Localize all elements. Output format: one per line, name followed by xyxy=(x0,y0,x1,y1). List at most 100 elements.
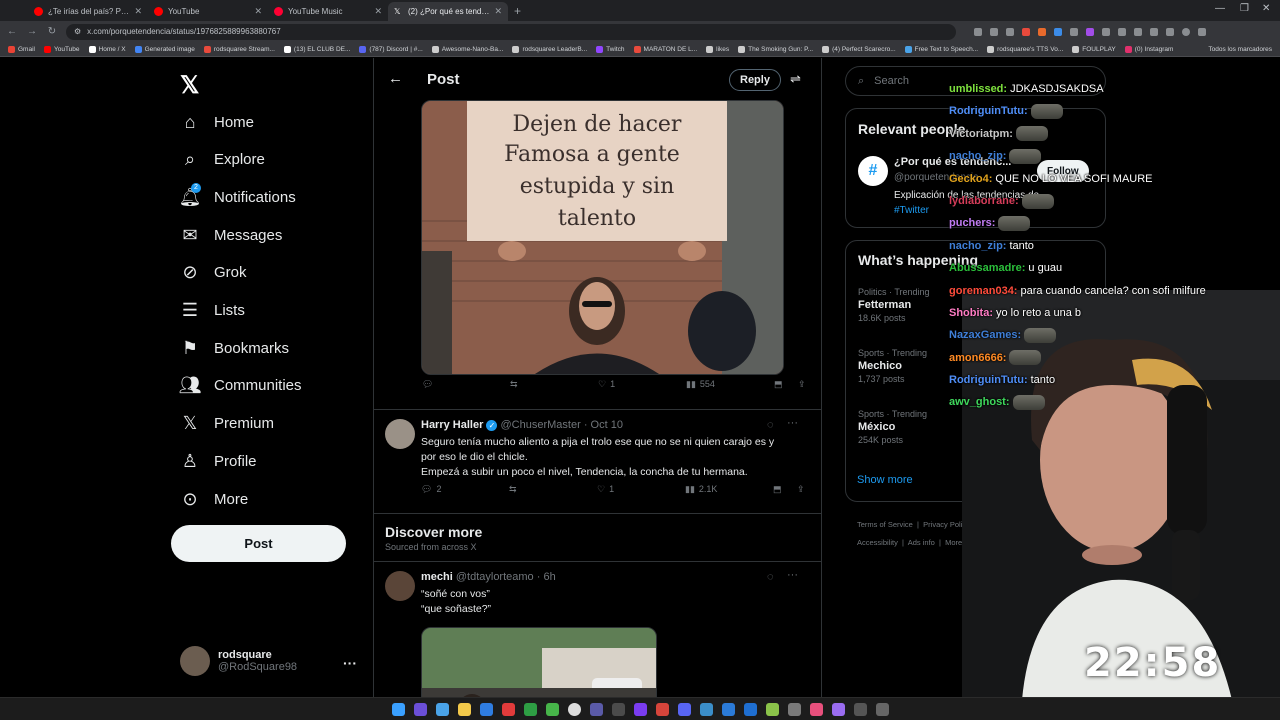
taskbar-app-icon[interactable] xyxy=(743,702,757,716)
maximize-icon[interactable]: ❐ xyxy=(1240,3,1249,14)
bookmark-item[interactable]: Twitch xyxy=(596,45,625,53)
browser-tab-active[interactable]: 𝕏(2) ¿Por qué es tendencia? on X✕ xyxy=(388,2,508,21)
minimize-icon[interactable]: — xyxy=(1215,3,1225,14)
browser-tab[interactable]: YouTube ✕ xyxy=(148,2,268,21)
bookmark-item[interactable]: (787) Discord | #... xyxy=(359,45,423,53)
chat-username[interactable]: umblissed: xyxy=(949,78,1007,100)
extension-icon[interactable] xyxy=(1102,27,1110,36)
chat-username[interactable]: nacho_zip: xyxy=(949,235,1006,257)
site-info-icon[interactable]: ⚙ xyxy=(74,27,81,36)
windows-start-icon[interactable] xyxy=(391,702,405,716)
discord-icon[interactable] xyxy=(677,702,691,716)
bookmark-item[interactable]: FOULPLAY xyxy=(1072,45,1116,53)
extension-icon[interactable] xyxy=(1118,27,1126,36)
menu-icon[interactable] xyxy=(1198,27,1206,36)
bookmark-item[interactable]: MARATON DE L... xyxy=(633,45,697,53)
bookmark-item[interactable]: The Smoking Gun: P... xyxy=(738,45,813,53)
taskbar-app-icon[interactable] xyxy=(853,702,867,716)
taskbar-app-icon[interactable] xyxy=(655,702,669,716)
extension-icon[interactable] xyxy=(1150,27,1158,36)
nav-item-home[interactable]: ⌂ Home xyxy=(180,112,254,132)
taskbar-app-icon[interactable] xyxy=(567,702,581,716)
close-tab-icon[interactable]: ✕ xyxy=(254,6,262,17)
chat-username[interactable]: NazaxGames: xyxy=(949,324,1021,346)
repost-icon[interactable]: ⇆ xyxy=(509,484,517,495)
extension-icon[interactable] xyxy=(974,27,982,36)
taskbar-app-icon[interactable] xyxy=(611,702,625,716)
chat-username[interactable]: nacho_zip: xyxy=(949,145,1006,167)
nav-item-lists[interactable]: ☰ Lists xyxy=(180,300,245,321)
x-logo-icon[interactable]: 𝕏 xyxy=(180,71,199,100)
avatar[interactable] xyxy=(385,419,415,449)
taskbar-app-icon[interactable] xyxy=(501,702,515,716)
bookmark-item[interactable]: Home / X xyxy=(88,45,126,53)
chat-username[interactable]: goreman034: xyxy=(949,280,1017,302)
browser-tab[interactable]: ¿Te irías del país? Parte 01 - Yo✕ xyxy=(28,2,148,21)
extension-icon[interactable] xyxy=(1022,27,1030,36)
nav-item-grok[interactable]: ⊘ Grok xyxy=(180,262,246,283)
taskbar-app-icon[interactable] xyxy=(831,702,845,716)
views-button[interactable]: ▮▮ 2.1K xyxy=(685,484,717,495)
back-icon[interactable]: ← xyxy=(6,26,18,37)
extension-icon[interactable] xyxy=(1086,27,1094,36)
taskbar-app-icon[interactable] xyxy=(545,702,559,716)
bookmark-item[interactable]: rodsquaree's TTS Vo... xyxy=(987,45,1063,53)
bookmark-item[interactable]: Generated image xyxy=(134,45,195,53)
more-options-icon[interactable]: ··· xyxy=(787,569,798,581)
extension-icon[interactable] xyxy=(1070,27,1078,36)
chat-username[interactable]: Gecko4: xyxy=(949,168,992,190)
hashtag-avatar-icon[interactable]: # xyxy=(858,156,888,186)
nav-item-premium[interactable]: 𝕏 Premium xyxy=(180,413,274,434)
bookmark-item[interactable]: rodsquaree Stream... xyxy=(203,45,275,53)
grok-icon[interactable]: ◌ xyxy=(767,571,774,583)
chat-username[interactable]: RodriguinTutu: xyxy=(949,100,1028,122)
discover-tweet[interactable]: mechi @tdtaylorteamo · 6h ◌ ··· “soñé co… xyxy=(385,569,815,631)
address-bar[interactable]: ⚙ x.com/porquetendencia/status/1976825889… xyxy=(66,23,956,40)
bookmark-item[interactable]: (4) Perfect Scarecro... xyxy=(822,45,896,53)
bookmark-item[interactable]: Awesome-Nano-Ba... xyxy=(431,45,503,53)
reply-icon[interactable]: 💬︎ xyxy=(422,379,433,390)
repost-icon[interactable]: ⇆ xyxy=(510,379,518,390)
taskbar-app-icon[interactable] xyxy=(875,702,889,716)
post-button[interactable]: Post xyxy=(171,525,346,562)
bookmark-item[interactable]: Gmail xyxy=(8,45,35,53)
nav-item-profile[interactable]: ♙ Profile xyxy=(180,451,257,471)
reload-icon[interactable]: ↻ xyxy=(46,26,58,37)
taskbar-app-icon[interactable] xyxy=(633,702,647,716)
chat-username[interactable]: puchers: xyxy=(949,212,995,234)
profile-avatar-icon[interactable] xyxy=(1182,27,1190,36)
nav-item-explore[interactable]: ⌕ Explore xyxy=(180,149,265,170)
trend-item[interactable]: Politics · Trending Fetterman 18.6K posts xyxy=(858,286,930,325)
bookmark-icon[interactable]: ⬒ xyxy=(773,484,782,495)
extension-icon[interactable] xyxy=(1134,27,1142,36)
more-options-icon[interactable]: ··· xyxy=(343,655,357,671)
chat-username[interactable]: awv_ghost: xyxy=(949,391,1010,413)
bookmark-item[interactable]: YouTube xyxy=(43,45,80,53)
bookmark-item[interactable]: Free Text to Speech... xyxy=(904,45,978,53)
nav-item-messages[interactable]: ✉ Messages xyxy=(180,225,282,245)
chat-username[interactable]: Shobita: xyxy=(949,302,993,324)
extension-icon[interactable] xyxy=(990,27,998,36)
chat-username[interactable]: amon6666: xyxy=(949,347,1006,369)
file-explorer-icon[interactable] xyxy=(457,702,471,716)
share-icon[interactable]: ⇪ xyxy=(797,484,805,495)
chat-username[interactable]: Abussamadre: xyxy=(949,257,1025,279)
new-tab-button[interactable]: + xyxy=(514,4,521,18)
nav-item-notifications[interactable]: 🔔︎ 2 Notifications xyxy=(179,183,296,207)
taskbar-app-icon[interactable] xyxy=(589,702,603,716)
close-tab-icon[interactable]: ✕ xyxy=(374,6,382,17)
views-button[interactable]: ▮▮ 554 xyxy=(686,379,715,390)
grok-icon[interactable]: ◌ xyxy=(767,419,774,431)
taskbar-app-icon[interactable] xyxy=(413,702,427,716)
like-button[interactable]: ♡ 1 xyxy=(597,484,614,495)
reply-button[interactable]: Reply xyxy=(729,69,781,91)
taskbar-app-icon[interactable] xyxy=(523,702,537,716)
like-button[interactable]: ♡ 1 xyxy=(598,379,615,390)
bookmark-item[interactable]: rodsquaree LeaderB... xyxy=(512,45,587,53)
taskbar-app-icon[interactable] xyxy=(435,702,449,716)
chat-username[interactable]: lydiaborrane: xyxy=(949,190,1019,212)
account-switcher[interactable]: rodsquare @RodSquare98 xyxy=(180,646,297,676)
taskbar-app-icon[interactable] xyxy=(721,702,735,716)
avatar[interactable] xyxy=(385,571,415,601)
bookmark-icon[interactable]: ⬒ xyxy=(774,379,783,390)
